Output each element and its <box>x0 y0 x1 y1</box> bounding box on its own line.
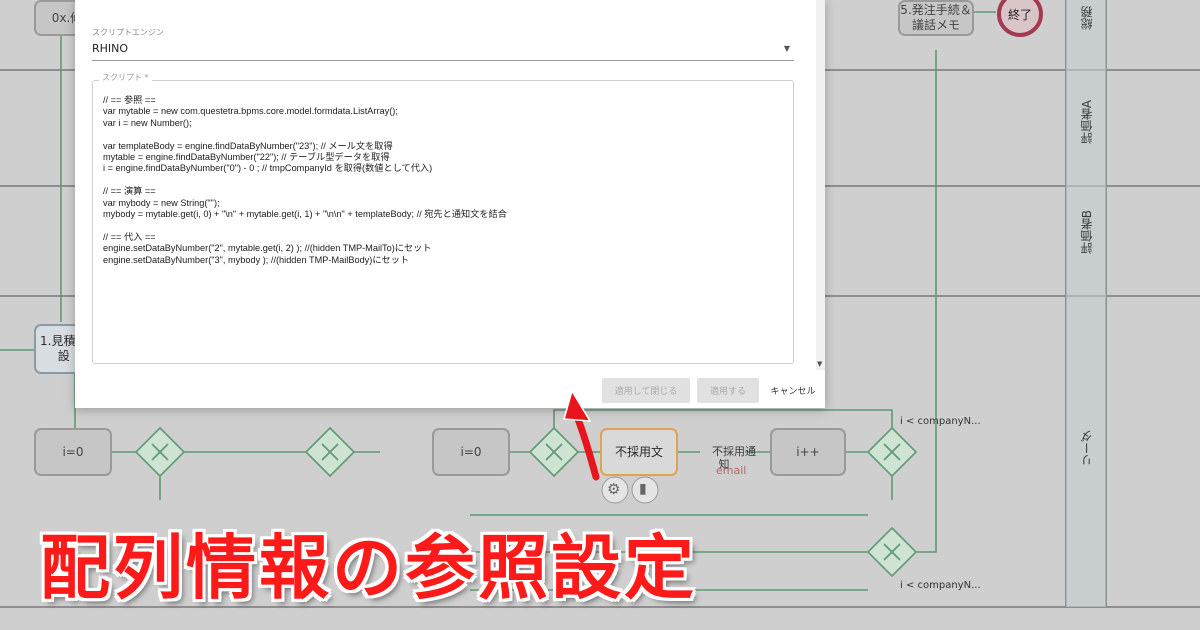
script-code[interactable]: // == 参照 == var mytable = new com.queste… <box>103 95 507 266</box>
dialog-scrollbar[interactable] <box>816 0 825 370</box>
task-increment-label: i++ <box>796 444 820 459</box>
script-engine-value: RHINO <box>92 42 129 55</box>
lane-label-leader: リーダ <box>1080 430 1094 466</box>
apply-button[interactable]: 適用する <box>697 378 759 403</box>
task-estimate[interactable]: 1.見積依 設 <box>34 324 87 374</box>
task-order[interactable]: 5.発注手続＆ 議話メモ <box>898 0 974 36</box>
apply-label: 適用する <box>709 387 746 397</box>
task-init-2[interactable]: i=0 <box>432 428 510 476</box>
cancel-label: キャンセル <box>770 387 816 397</box>
end-event-label: 終了 <box>1008 8 1033 22</box>
script-editor[interactable]: // == 参照 == var mytable = new com.queste… <box>92 80 794 364</box>
pointer-arrow-icon <box>563 389 600 481</box>
condition-label-2: i < companyN... <box>900 580 981 591</box>
scroll-down-arrow-icon[interactable]: ▼ <box>817 360 822 368</box>
lane-label-evaluator-a: 評価者A <box>1080 100 1094 145</box>
email-label: email <box>716 464 747 477</box>
task-init-1[interactable]: i=0 <box>34 428 112 476</box>
lane-label-top: 総務 <box>1080 6 1094 30</box>
cancel-button[interactable]: キャンセル <box>765 378 821 403</box>
task-init-1-label: i=0 <box>62 444 84 459</box>
task-order-label: 5.発注手続＆ 議話メモ <box>900 3 972 32</box>
script-field-label: スクリプト * <box>99 72 152 83</box>
task-init-2-label: i=0 <box>460 444 482 459</box>
lane-label-evaluator-b: 評価者B <box>1080 210 1094 255</box>
dropdown-arrow-icon: ▼ <box>783 44 790 53</box>
caption-title: 配列情報の参照設定 <box>40 527 697 609</box>
task-increment[interactable]: i++ <box>770 428 846 476</box>
script-settings-dialog: スクリプトエンジン RHINO ▼ // == 参照 == var mytabl… <box>75 0 825 408</box>
condition-label-1: i < companyN... <box>900 416 981 427</box>
task-reject-message[interactable]: 不採用文 <box>600 428 678 476</box>
apply-and-close-label: 適用して閉じる <box>614 387 678 397</box>
trash-icon[interactable]: ▮ <box>639 481 647 497</box>
task-reject-message-label: 不採用文 <box>614 444 663 459</box>
apply-and-close-button[interactable]: 適用して閉じる <box>602 378 690 403</box>
script-engine-select[interactable]: RHINO ▼ <box>92 38 794 61</box>
script-engine-label: スクリプトエンジン <box>92 28 164 37</box>
